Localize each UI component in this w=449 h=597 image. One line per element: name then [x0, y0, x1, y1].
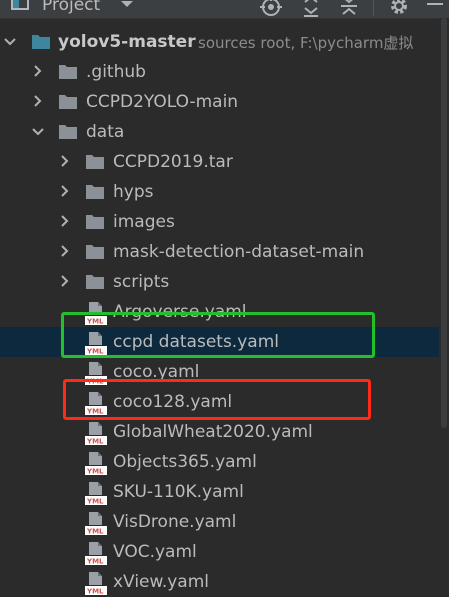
- tree-item-label: .github: [86, 62, 146, 82]
- folder-icon: [86, 275, 104, 289]
- folder-item[interactable]: CCPD2019.tar: [0, 147, 449, 177]
- project-view-icon[interactable]: [10, 0, 32, 14]
- tree-item-label: SKU-110K.yaml: [113, 482, 244, 502]
- yaml-file-icon: YML: [85, 422, 107, 446]
- chevron-right-icon[interactable]: [32, 57, 44, 87]
- gear-icon[interactable]: [388, 0, 410, 17]
- yaml-file-icon: YML: [85, 482, 107, 506]
- project-title[interactable]: Project: [42, 0, 100, 15]
- chevron-down-icon[interactable]: [32, 117, 44, 147]
- yaml-file-icon: YML: [85, 512, 107, 536]
- tree-item-label: CCPD2YOLO-main: [86, 92, 239, 112]
- tree-item-label: xView.yaml: [113, 572, 210, 592]
- svg-text:YML: YML: [86, 558, 104, 566]
- green-highlight-box: [61, 312, 375, 358]
- yaml-file-icon: YML: [85, 452, 107, 476]
- svg-text:YML: YML: [86, 498, 104, 506]
- folder-icon: [86, 215, 104, 229]
- project-toolbar: Project: [0, 0, 449, 19]
- root-path-hint: sources root, F:\pycharm虚拟: [198, 34, 414, 52]
- file-item[interactable]: YML xView.yaml: [0, 567, 449, 597]
- folder-icon: [59, 125, 77, 139]
- folder-icon: [86, 185, 104, 199]
- chevron-right-icon[interactable]: [59, 177, 71, 207]
- chevron-right-icon[interactable]: [59, 207, 71, 237]
- dropdown-icon[interactable]: [118, 0, 136, 12]
- chevron-right-icon[interactable]: [59, 267, 71, 297]
- folder-icon: [32, 35, 50, 49]
- folder-item[interactable]: .github: [0, 57, 449, 87]
- svg-text:YML: YML: [86, 468, 104, 476]
- tree-item-label: CCPD2019.tar: [113, 152, 233, 172]
- folder-item[interactable]: yolov5-master sources root, F:\pycharm虚拟: [0, 27, 449, 57]
- red-highlight-box: [63, 379, 371, 420]
- chevron-right-icon[interactable]: [59, 147, 71, 177]
- folder-item[interactable]: scripts: [0, 267, 449, 297]
- collapse-all-icon[interactable]: [338, 0, 360, 18]
- folder-icon: [86, 155, 104, 169]
- tree-item-label: VisDrone.yaml: [113, 512, 237, 532]
- toolbar-separator: [373, 0, 374, 16]
- file-item[interactable]: YML VisDrone.yaml: [0, 507, 449, 537]
- folder-item[interactable]: images: [0, 207, 449, 237]
- folder-icon: [59, 65, 77, 79]
- folder-item[interactable]: hyps: [0, 177, 449, 207]
- folder-icon: [59, 95, 77, 109]
- chevron-right-icon[interactable]: [59, 237, 71, 267]
- file-item[interactable]: YML GlobalWheat2020.yaml: [0, 417, 449, 447]
- tree-item-label: GlobalWheat2020.yaml: [113, 422, 313, 442]
- chevron-down-icon[interactable]: [4, 27, 16, 57]
- file-item[interactable]: YML Objects365.yaml: [0, 447, 449, 477]
- tree-scrollbar[interactable]: [439, 18, 449, 597]
- file-item[interactable]: YML VOC.yaml: [0, 537, 449, 567]
- tree-item-label: scripts: [113, 272, 170, 292]
- chevron-right-icon[interactable]: [32, 87, 44, 117]
- yaml-file-icon: YML: [85, 572, 107, 596]
- file-item[interactable]: YML SKU-110K.yaml: [0, 477, 449, 507]
- folder-item[interactable]: CCPD2YOLO-main: [0, 87, 449, 117]
- tree-item-label: images: [113, 212, 175, 232]
- tree-item-label: yolov5-master: [58, 32, 196, 52]
- folder-item[interactable]: mask-detection-dataset-main: [0, 237, 449, 267]
- scrollbar-thumb[interactable]: [441, 18, 447, 428]
- locate-icon[interactable]: [260, 0, 282, 18]
- folder-icon: [86, 245, 104, 259]
- svg-text:YML: YML: [86, 438, 104, 446]
- minimize-icon[interactable]: [424, 0, 446, 12]
- expand-all-icon[interactable]: [300, 0, 322, 18]
- svg-text:YML: YML: [86, 528, 104, 536]
- tree-item-label: hyps: [113, 182, 154, 202]
- tree-item-label: mask-detection-dataset-main: [113, 242, 365, 262]
- tree-item-label: data: [86, 122, 125, 142]
- tree-item-label: Objects365.yaml: [113, 452, 257, 472]
- svg-text:YML: YML: [86, 588, 104, 596]
- tree-item-label: VOC.yaml: [113, 542, 197, 562]
- folder-item[interactable]: data: [0, 117, 449, 147]
- yaml-file-icon: YML: [85, 542, 107, 566]
